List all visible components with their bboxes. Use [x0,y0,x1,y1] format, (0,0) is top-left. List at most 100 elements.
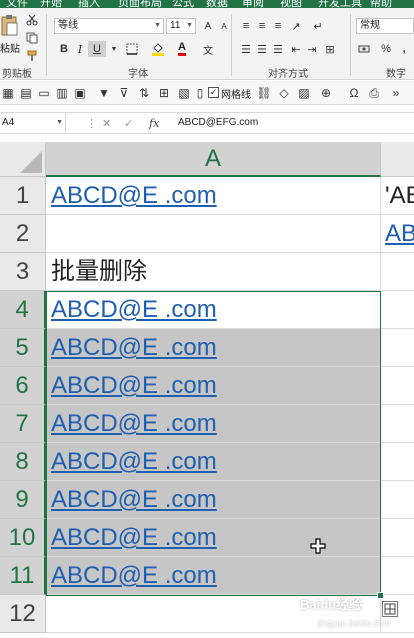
column-header-b[interactable] [381,142,414,177]
underline-button[interactable]: U [88,41,106,57]
increase-indent-button[interactable]: ⇥ [304,41,320,57]
align-left-button[interactable]: ☰ [238,41,254,57]
cell-b[interactable] [381,481,414,519]
layout-icon[interactable]: ▧ [176,85,192,101]
sort-icon[interactable]: ⇅ [136,85,152,101]
row-header[interactable]: 4 [0,291,46,329]
formula-input[interactable]: ABCD@EFG.com [178,113,258,133]
hyperlink-icon[interactable]: ⛓ [256,85,272,101]
wrap-text-button[interactable]: ↵ [310,18,326,34]
tab-help[interactable]: 帮助 [370,0,392,8]
align-middle-button[interactable]: ≡ [254,18,270,34]
tab-developer[interactable]: 开发工具 [318,0,362,8]
chart-icon[interactable]: ▥ [54,85,70,101]
row-header[interactable]: 9 [0,481,46,519]
cell-b[interactable] [381,291,414,329]
filter-icon[interactable]: ▼ [96,85,112,101]
email-hyperlink[interactable]: ABCD@E .com [51,334,217,361]
phonetic-button[interactable]: 文 [200,41,216,57]
email-hyperlink[interactable]: ABCD@E .com [51,182,217,209]
merge-center-button[interactable]: ⊞ [322,41,338,57]
cell-b[interactable] [381,367,414,405]
gridlines-checkbox[interactable]: ✓ [208,87,219,98]
column-header-a[interactable]: A [46,142,381,177]
cell-b[interactable] [381,443,414,481]
percent-button[interactable]: % [378,41,394,57]
row-header[interactable]: 11 [0,557,46,595]
email-hyperlink[interactable]: ABCD@E .com [51,448,217,475]
cancel-entry-button[interactable]: ✕ [102,115,111,131]
cell-a[interactable]: ABCD@E .com [46,177,381,215]
cell-a[interactable]: ABCD@E .com [46,557,381,595]
cell-a[interactable]: ABCD@E .com [46,443,381,481]
row-header[interactable]: 1 [0,177,46,215]
name-box[interactable]: A4 ▼ [0,113,66,133]
quick-analysis-button[interactable] [382,601,398,617]
grid-icon[interactable]: ▦ [0,85,16,101]
more-icon[interactable]: » [388,85,404,101]
cell-a[interactable] [46,215,381,253]
align-bottom-button[interactable]: ≡ [270,18,286,34]
decrease-indent-button[interactable]: ⇤ [288,41,304,57]
font-color-button[interactable]: A [174,41,190,57]
row-header[interactable]: 8 [0,443,46,481]
fill-handle[interactable] [377,592,384,599]
cell-a[interactable]: ABCD@E .com [46,367,381,405]
row-header[interactable]: 2 [0,215,46,253]
tab-home[interactable]: 开始 [40,0,62,8]
borders-button[interactable] [124,41,140,57]
italic-button[interactable]: I [72,41,88,57]
cut-button[interactable] [24,12,40,28]
bold-button[interactable]: B [56,41,72,57]
tab-file[interactable]: 文件 [6,0,28,8]
cell-b[interactable]: 'AB [381,177,414,215]
enter-entry-button[interactable]: ✓ [124,115,133,131]
format-painter-button[interactable] [24,48,40,64]
comma-button[interactable]: , [396,41,412,57]
cell-b[interactable]: AB [381,215,414,253]
shrink-font-button[interactable]: A [216,18,232,34]
font-name-select[interactable]: 等线 ▼ [54,18,164,34]
advanced-filter-icon[interactable]: ⊽ [116,85,132,101]
row-header[interactable]: 10 [0,519,46,557]
screenshot-icon[interactable]: ⎙ [366,85,382,101]
row-header[interactable]: 5 [0,329,46,367]
row-header[interactable]: 12 [0,595,46,633]
paste-button[interactable]: 粘贴 [0,14,22,58]
select-all-button[interactable] [0,142,46,177]
email-hyperlink[interactable]: ABCD@E .com [51,296,217,323]
cell-a[interactable]: ABCD@E .com [46,291,381,329]
form-icon[interactable]: ▭ [36,85,52,101]
align-top-button[interactable]: ≡ [238,18,254,34]
grow-font-button[interactable]: A [200,18,216,34]
align-center-button[interactable]: ☰ [254,41,270,57]
page-icon[interactable]: ▯ [192,85,208,101]
tab-view[interactable]: 视图 [280,0,302,8]
tab-formulas[interactable]: 公式 [172,0,194,8]
align-right-button[interactable]: ☰ [270,41,286,57]
smartart-icon[interactable]: ⊕ [318,85,334,101]
cell-a[interactable]: ABCD@E .com [46,329,381,367]
row-header[interactable]: 6 [0,367,46,405]
currency-button[interactable] [356,41,372,57]
email-hyperlink[interactable]: ABCD@E .com [51,410,217,437]
email-hyperlink[interactable]: ABCD@E .com [51,486,217,513]
pivot-icon[interactable]: ⊞ [156,85,172,101]
font-size-select[interactable]: 11 ▼ [166,18,196,34]
cell-b[interactable] [381,519,414,557]
copy-button[interactable] [24,30,40,46]
cell-a[interactable]: 批量删除 [46,253,381,291]
shapes-icon[interactable]: ◇ [276,85,292,101]
fill-color-button[interactable] [150,41,166,57]
orientation-button[interactable]: ↗ [288,18,304,34]
tab-insert[interactable]: 插入 [78,0,100,8]
cell-b[interactable] [381,405,414,443]
sheet-icon[interactable]: ▣ [72,85,88,101]
cell-b[interactable] [381,329,414,367]
cell-a[interactable]: ABCD@E .com [46,481,381,519]
email-hyperlink[interactable]: ABCD@E .com [51,524,217,551]
underline-dropdown[interactable]: ▼ [106,41,122,57]
cell-b[interactable] [381,557,414,595]
insert-function-button[interactable]: fx [149,115,159,131]
number-format-select[interactable]: 常规 [356,18,414,34]
